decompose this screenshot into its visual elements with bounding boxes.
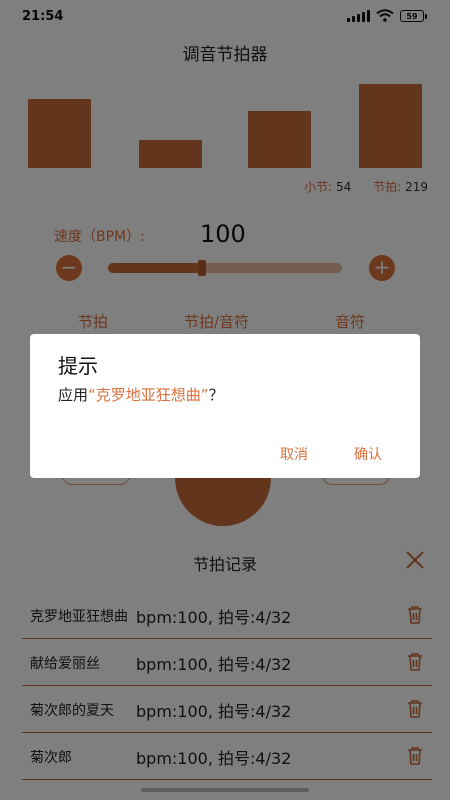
confirm-dialog: 提示 应用“克罗地亚狂想曲”？ 取消 确认 xyxy=(30,334,420,478)
dialog-message-suffix: ？ xyxy=(208,386,224,404)
dialog-message: 应用“克罗地亚狂想曲”？ xyxy=(58,384,224,405)
dialog-title: 提示 xyxy=(58,354,98,378)
dialog-message-song: “克罗地亚狂想曲” xyxy=(88,386,209,404)
dialog-message-prefix: 应用 xyxy=(58,386,89,404)
cancel-button[interactable]: 取消 xyxy=(280,444,308,464)
confirm-button[interactable]: 确认 xyxy=(354,444,382,464)
